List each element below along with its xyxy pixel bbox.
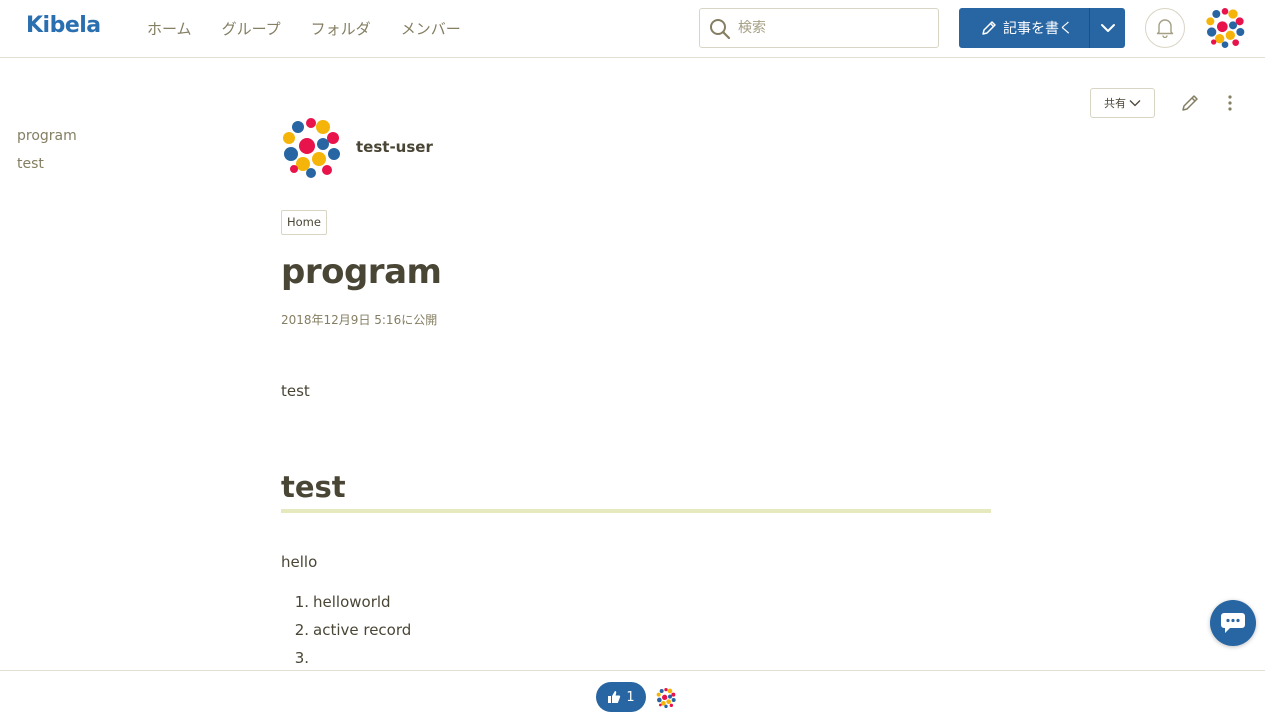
author-avatar[interactable] [281,118,341,178]
top-header: Kibela ホーム グループ フォルダ メンバー 記事を書く [0,0,1265,58]
nav-groups[interactable]: グループ [222,18,281,39]
pencil-icon [982,21,996,35]
edit-pencil-icon[interactable] [1180,93,1200,113]
main-nav: ホーム グループ フォルダ メンバー [147,18,491,39]
folder-badge[interactable]: Home [281,210,327,235]
write-article-label: 記事を書く [1003,21,1073,37]
toc-item-program[interactable]: program [17,126,77,154]
article-heading: test [281,470,991,513]
nav-home[interactable]: ホーム [147,18,192,39]
list-item: 1. helloworld [281,593,411,621]
article-footer: 1 [0,670,1265,716]
search-input[interactable] [738,17,928,39]
more-options-icon[interactable] [1220,93,1240,113]
liker-avatar[interactable] [656,688,676,708]
kibela-logo[interactable]: Kibela [26,13,101,38]
like-button[interactable]: 1 [596,682,646,712]
toc-item-test[interactable]: test [17,154,77,182]
article-paragraph: hello [281,553,318,571]
list-number: 1. [294,593,309,611]
published-date: 2018年12月9日 5:16に公開 [281,313,438,327]
chevron-down-icon [1100,24,1115,32]
list-text: helloworld [313,593,391,611]
chat-support-button[interactable] [1210,600,1256,646]
like-count: 1 [626,689,635,705]
article-paragraph: test [281,382,310,400]
user-avatar[interactable] [1205,8,1245,48]
share-button[interactable]: 共有 [1090,88,1155,118]
author-name[interactable]: test-user [356,138,433,156]
list-text: active record [313,621,412,639]
ordered-list: 1. helloworld 2. active record 3. [281,593,412,677]
nav-folders[interactable]: フォルダ [311,18,371,39]
search-icon [710,19,731,40]
write-article-button[interactable]: 記事を書く [959,8,1089,48]
bell-icon [1156,19,1174,38]
notifications-button[interactable] [1145,8,1185,48]
chevron-down-icon [1129,100,1141,107]
table-of-contents: program test [17,126,77,182]
chat-bubble-icon [1221,613,1245,633]
thumbs-up-icon [608,691,621,703]
share-label: 共有 [1104,97,1126,110]
search-box [699,8,939,48]
write-options-dropdown[interactable] [1089,8,1125,48]
list-number: 2. [294,621,309,639]
article-title: program [281,252,442,292]
list-item: 2. active record [281,621,412,649]
nav-members[interactable]: メンバー [401,18,461,39]
